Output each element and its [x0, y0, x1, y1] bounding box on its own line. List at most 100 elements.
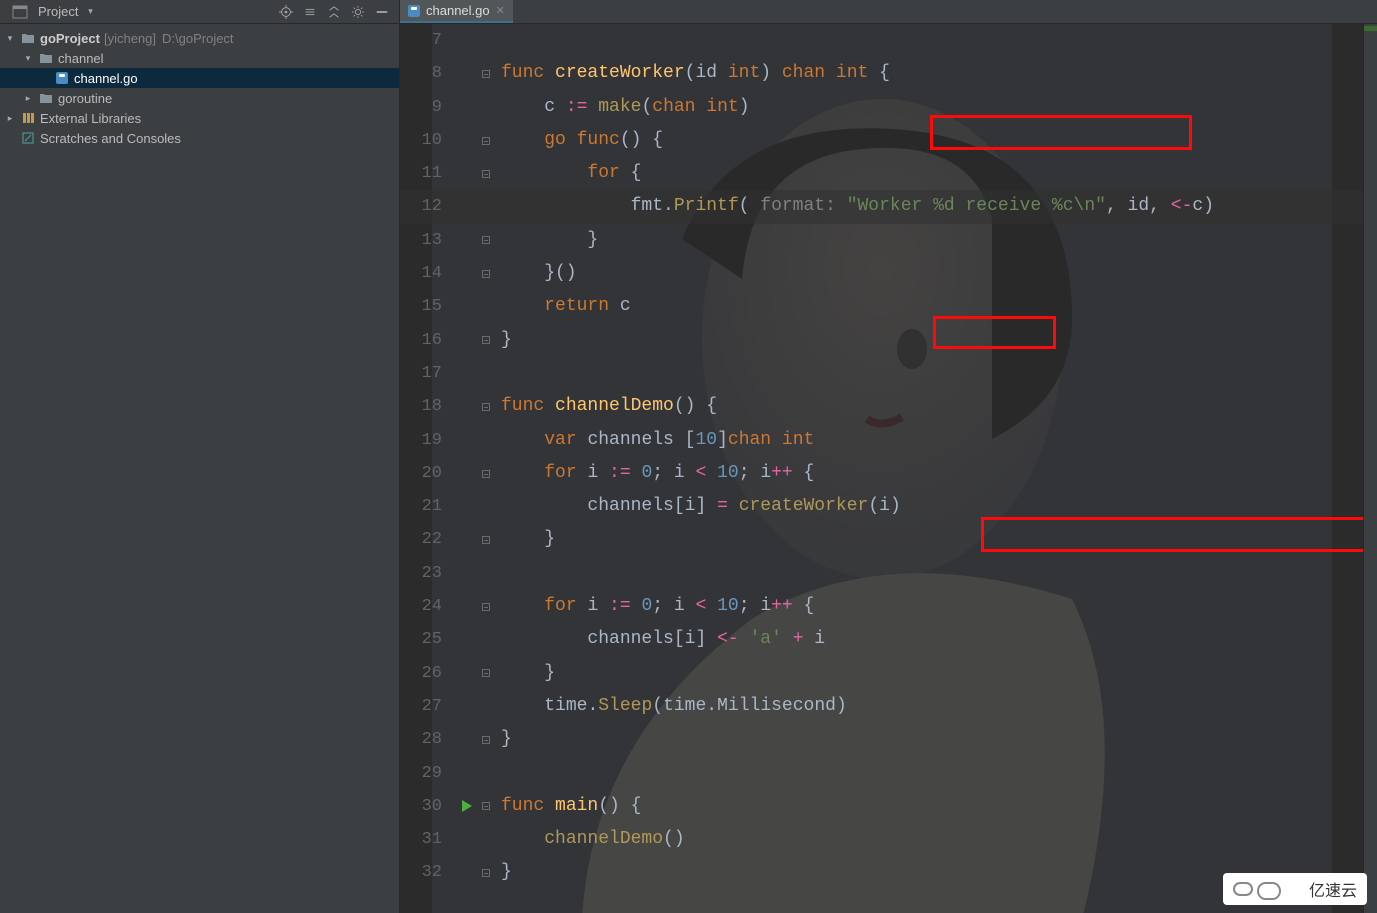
fold-gutter[interactable] [479, 869, 493, 877]
run-icon[interactable] [462, 800, 472, 812]
fold-close-icon[interactable] [482, 336, 490, 344]
code-content[interactable]: channels[i] <- 'a' + i [493, 623, 825, 656]
fold-open-icon[interactable] [482, 170, 490, 178]
code-content[interactable]: } [493, 224, 598, 257]
code-line[interactable]: 31 channelDemo() [400, 823, 1363, 856]
code-line[interactable]: 15 return c [400, 290, 1363, 323]
code-line[interactable]: 29 [400, 757, 1363, 790]
code-content[interactable]: channels[i] = createWorker(i) [493, 490, 901, 523]
fold-close-icon[interactable] [482, 270, 490, 278]
code-content[interactable]: } [493, 523, 555, 556]
code-line[interactable]: 25 channels[i] <- 'a' + i [400, 623, 1363, 656]
code-content[interactable]: go func() { [493, 124, 663, 157]
tree-external-libs[interactable]: ▸ External Libraries [0, 108, 399, 128]
code-line[interactable]: 19 var channels [10]chan int [400, 424, 1363, 457]
code-line[interactable]: 26 } [400, 657, 1363, 690]
fold-close-icon[interactable] [482, 236, 490, 244]
code-content[interactable]: return c [493, 290, 631, 323]
gear-icon[interactable] [349, 3, 367, 21]
code-line[interactable]: 12 fmt.Printf( format: "Worker %d receiv… [400, 190, 1363, 223]
code-content[interactable]: func channelDemo() { [493, 390, 717, 423]
hide-icon[interactable] [373, 3, 391, 21]
code-line[interactable]: 22 } [400, 523, 1363, 556]
dropdown-icon[interactable]: ▾ [84, 6, 96, 18]
code-line[interactable]: 28} [400, 723, 1363, 756]
chevron-down-icon[interactable]: ▾ [22, 52, 34, 64]
fold-open-icon[interactable] [482, 137, 490, 145]
code-line[interactable]: 16} [400, 324, 1363, 357]
code-line[interactable]: 32} [400, 856, 1363, 889]
file-tab-channel-go[interactable]: channel.go ✕ [400, 0, 513, 23]
code-content[interactable]: } [493, 324, 512, 357]
code-content[interactable]: channelDemo() [493, 823, 685, 856]
code-line[interactable]: 24 for i := 0; i < 10; i++ { [400, 590, 1363, 623]
code-line[interactable]: 7 [400, 24, 1363, 57]
collapse-all-icon[interactable] [325, 3, 343, 21]
tree-file-channel-go[interactable]: channel.go [0, 68, 399, 88]
code-content[interactable]: func createWorker(id int) chan int { [493, 57, 890, 90]
code-content[interactable]: fmt.Printf( format: "Worker %d receive %… [493, 190, 1214, 223]
code-line[interactable]: 17 [400, 357, 1363, 390]
tree-scratches[interactable]: Scratches and Consoles [0, 128, 399, 148]
project-label[interactable]: Project [38, 4, 78, 19]
fold-close-icon[interactable] [482, 669, 490, 677]
fold-gutter[interactable] [479, 802, 493, 810]
code-line[interactable]: 23 [400, 557, 1363, 590]
fold-gutter[interactable] [479, 336, 493, 344]
code-line[interactable]: 13 } [400, 224, 1363, 257]
code-content[interactable]: } [493, 657, 555, 690]
code-line[interactable]: 8func createWorker(id int) chan int { [400, 57, 1363, 90]
code-content[interactable]: for { [493, 157, 641, 190]
chevron-right-icon[interactable]: ▸ [22, 92, 34, 104]
code-content[interactable]: c := make(chan int) [493, 91, 750, 124]
code-line[interactable]: 20 for i := 0; i < 10; i++ { [400, 457, 1363, 490]
editor-area[interactable]: 78func createWorker(id int) chan int {9 … [400, 24, 1363, 913]
fold-gutter[interactable] [479, 236, 493, 244]
chevron-right-icon[interactable]: ▸ [4, 112, 16, 124]
code-content[interactable]: } [493, 723, 512, 756]
code-content[interactable]: for i := 0; i < 10; i++ { [493, 457, 814, 490]
code-line[interactable]: 18func channelDemo() { [400, 390, 1363, 423]
fold-close-icon[interactable] [482, 736, 490, 744]
fold-open-icon[interactable] [482, 70, 490, 78]
fold-gutter[interactable] [479, 70, 493, 78]
run-gutter[interactable] [454, 800, 479, 812]
code-content[interactable]: }() [493, 257, 577, 290]
project-tree[interactable]: ▾ goProject [yicheng] D:\goProject ▾ cha… [0, 24, 399, 148]
code-content[interactable]: for i := 0; i < 10; i++ { [493, 590, 814, 623]
fold-open-icon[interactable] [482, 470, 490, 478]
fold-open-icon[interactable] [482, 603, 490, 611]
code-line[interactable]: 10 go func() { [400, 124, 1363, 157]
fold-open-icon[interactable] [482, 403, 490, 411]
fold-gutter[interactable] [479, 470, 493, 478]
code-line[interactable]: 27 time.Sleep(time.Millisecond) [400, 690, 1363, 723]
code-content[interactable]: time.Sleep(time.Millisecond) [493, 690, 847, 723]
fold-gutter[interactable] [479, 403, 493, 411]
fold-gutter[interactable] [479, 536, 493, 544]
code-line[interactable]: 11 for { [400, 157, 1363, 190]
tree-folder-channel[interactable]: ▾ channel [0, 48, 399, 68]
expand-all-icon[interactable] [301, 3, 319, 21]
fold-open-icon[interactable] [482, 802, 490, 810]
tree-root[interactable]: ▾ goProject [yicheng] D:\goProject [0, 28, 399, 48]
fold-gutter[interactable] [479, 603, 493, 611]
code-line[interactable]: 30func main() { [400, 790, 1363, 823]
locate-icon[interactable] [277, 3, 295, 21]
close-tab-icon[interactable]: ✕ [496, 4, 505, 17]
chevron-down-icon[interactable]: ▾ [4, 32, 16, 44]
code-editor[interactable]: 78func createWorker(id int) chan int {9 … [400, 24, 1363, 890]
code-content[interactable]: } [493, 856, 512, 889]
fold-gutter[interactable] [479, 137, 493, 145]
code-line[interactable]: 21 channels[i] = createWorker(i) [400, 490, 1363, 523]
code-line[interactable]: 9 c := make(chan int) [400, 91, 1363, 124]
code-line[interactable]: 14 }() [400, 257, 1363, 290]
fold-gutter[interactable] [479, 736, 493, 744]
tree-folder-goroutine[interactable]: ▸ goroutine [0, 88, 399, 108]
fold-close-icon[interactable] [482, 536, 490, 544]
fold-gutter[interactable] [479, 170, 493, 178]
code-content[interactable]: var channels [10]chan int [493, 424, 814, 457]
fold-close-icon[interactable] [482, 869, 490, 877]
code-content[interactable]: func main() { [493, 790, 641, 823]
fold-gutter[interactable] [479, 270, 493, 278]
fold-gutter[interactable] [479, 669, 493, 677]
